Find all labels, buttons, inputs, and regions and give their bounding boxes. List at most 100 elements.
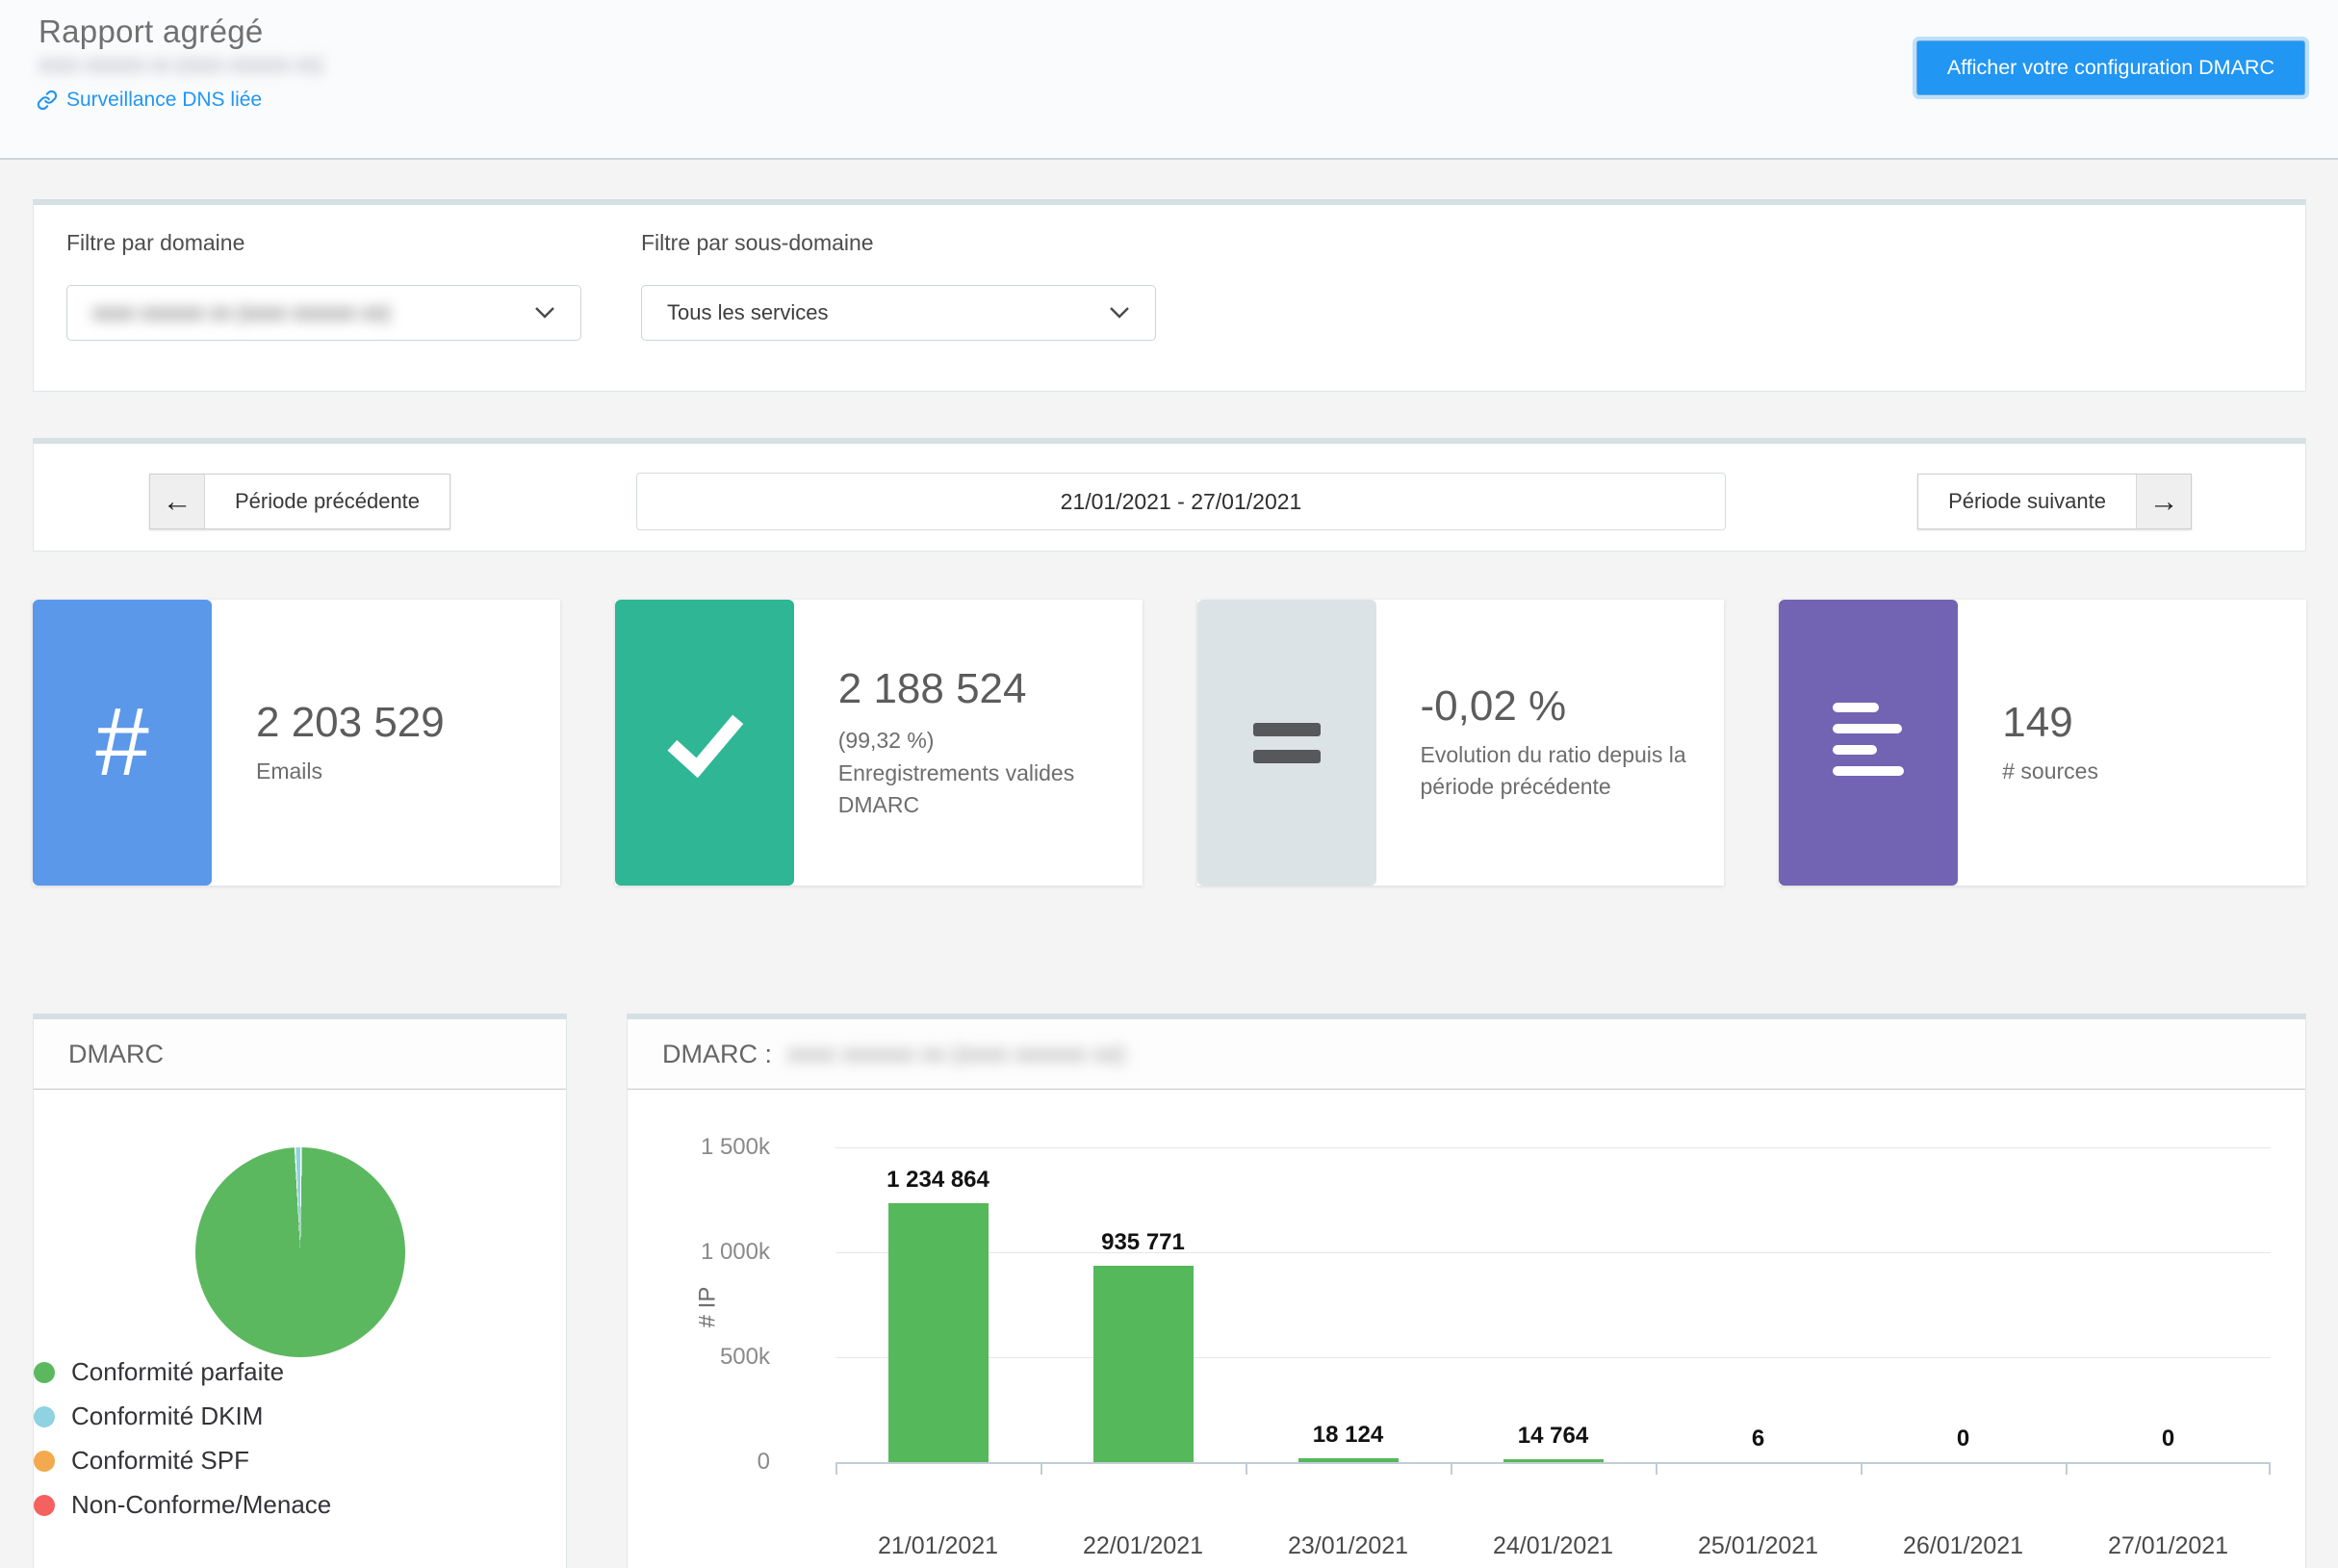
- domain-select[interactable]: xxxx xxxxxx xx (xxxx xxxxxx xx): [66, 285, 581, 341]
- bar-value-label: 935 771: [1041, 1229, 1246, 1256]
- bar[interactable]: [1093, 1266, 1194, 1462]
- x-tick: [835, 1462, 837, 1475]
- next-period-label: Période suivante: [1918, 475, 2136, 528]
- subdomain-filter-group: Filtre par sous-domaine Tous les service…: [641, 230, 1156, 366]
- legend-label: Non-Conforme/Menace: [71, 1490, 331, 1520]
- dns-link-label: Surveillance DNS liée: [66, 89, 262, 112]
- x-tick: [2269, 1462, 2271, 1475]
- stat-value: 2 203 529: [256, 699, 531, 747]
- stat-value: 149: [2002, 699, 2277, 747]
- next-period-button[interactable]: Période suivante →: [1917, 474, 2192, 529]
- x-axis-label: 22/01/2021: [1041, 1532, 1246, 1560]
- chevron-down-icon: [1109, 306, 1130, 320]
- stat-label: Enregistrements valides DMARC: [838, 758, 1114, 820]
- show-dmarc-config-button[interactable]: Afficher votre configuration DMARC: [1916, 40, 2305, 95]
- legend-label: Conformité DKIM: [71, 1401, 263, 1431]
- bar[interactable]: [888, 1203, 989, 1462]
- bar-column: 0: [2066, 1147, 2271, 1462]
- arrow-left-icon: ←: [150, 475, 205, 528]
- stat-label: Evolution du ratio depuis la période pré…: [1421, 739, 1696, 802]
- bar[interactable]: [1503, 1459, 1604, 1462]
- bar-panel-title: DMARC :: [662, 1040, 772, 1069]
- y-tick-label: 1 000k: [701, 1239, 770, 1266]
- x-axis-label: 24/01/2021: [1451, 1532, 1656, 1560]
- bar-column: 935 771: [1041, 1147, 1246, 1462]
- domain-filter-group: Filtre par domaine xxxx xxxxxx xx (xxxx …: [66, 230, 581, 366]
- dmarc-report-page: Rapport agrégé xxxx xxxxxx xx (xxxx xxxx…: [0, 0, 2338, 1568]
- pie-legend: Conformité parfaite Conformité DKIM Confor…: [34, 1357, 566, 1520]
- subdomain-select-value: Tous les services: [667, 300, 829, 325]
- main-content: Filtre par domaine xxxx xxxxxx xx (xxxx …: [33, 160, 2306, 1568]
- legend-label: Conformité parfaite: [71, 1357, 284, 1387]
- bar-chart: # IP 1 500k1 000k500k0 1 234 864935 7711…: [628, 1090, 2305, 1568]
- y-tick-label: 500k: [720, 1344, 770, 1371]
- check-icon: [615, 600, 794, 886]
- subdomain-filter-label: Filtre par sous-domaine: [641, 230, 1156, 256]
- pie-panel-title: DMARC: [34, 1019, 566, 1090]
- previous-period-button[interactable]: ← Période précédente: [149, 474, 450, 529]
- legend-item[interactable]: Conformité parfaite: [34, 1357, 566, 1387]
- legend-dot-icon: [34, 1362, 55, 1383]
- arrow-right-icon: →: [2136, 475, 2191, 528]
- bar-value-label: 18 124: [1246, 1422, 1451, 1449]
- legend-dot-icon: [34, 1451, 55, 1472]
- bar-value-label: 0: [1861, 1426, 2066, 1452]
- stat-percentage: (99,32 %): [838, 725, 1114, 757]
- bar-column: 14 764: [1451, 1147, 1656, 1462]
- x-axis-labels: 21/01/202122/01/202123/01/202124/01/2021…: [835, 1532, 2271, 1560]
- x-tick: [1246, 1462, 1247, 1475]
- stat-card-valid-dmarc: 2 188 524 (99,32 %) Enregistrements vali…: [615, 600, 1143, 886]
- stat-card-sources: 149 # sources: [1779, 600, 2306, 886]
- legend-label: Conformité SPF: [71, 1446, 249, 1476]
- plot-area: 1 234 864935 77118 12414 764600: [835, 1147, 2271, 1464]
- hash-icon: #: [33, 600, 212, 886]
- bar-value-label: 6: [1656, 1426, 1861, 1452]
- stat-card-ratio-evolution: -0,02 % Evolution du ratio depuis la pér…: [1197, 600, 1725, 886]
- stat-label: # sources: [2002, 756, 2277, 787]
- filters-panel: Filtre par domaine xxxx xxxxxx xx (xxxx …: [33, 199, 2306, 392]
- page-header: Rapport agrégé xxxx xxxxxx xx (xxxx xxxx…: [0, 0, 2338, 160]
- redacted-domain-subtitle: xxxx xxxxxx xx (xxxx xxxxxx xx): [39, 54, 322, 77]
- bar[interactable]: [1298, 1458, 1399, 1462]
- bar-value-label: 0: [2066, 1426, 2271, 1452]
- x-axis-label: 21/01/2021: [835, 1532, 1041, 1560]
- charts-row: DMARC Conformité parfaite Conformité DKIM…: [33, 1014, 2306, 1568]
- bar-value-label: 14 764: [1451, 1423, 1656, 1450]
- redacted-bar-panel-domain: xxxx xxxxxx xx (xxxx xxxxxx xx): [787, 1041, 1125, 1068]
- legend-item[interactable]: Conformité DKIM: [34, 1401, 566, 1431]
- subdomain-select[interactable]: Tous les services: [641, 285, 1156, 341]
- x-axis-label: 25/01/2021: [1656, 1532, 1861, 1560]
- legend-dot-icon: [34, 1406, 55, 1427]
- legend-item[interactable]: Conformité SPF: [34, 1446, 566, 1476]
- x-tick: [2066, 1462, 2068, 1475]
- pie-chart[interactable]: [195, 1147, 405, 1357]
- x-tick: [1041, 1462, 1042, 1475]
- bar-column: 18 124: [1246, 1147, 1451, 1462]
- domain-filter-label: Filtre par domaine: [66, 230, 581, 256]
- date-range-input[interactable]: 21/01/2021 - 27/01/2021: [636, 473, 1726, 530]
- y-axis-ticks: 1 500k1 000k500k0: [628, 1147, 835, 1462]
- dmarc-pie-panel: DMARC Conformité parfaite Conformité DKIM…: [33, 1014, 567, 1568]
- stat-value: -0,02 %: [1421, 682, 1696, 731]
- equals-icon: [1197, 600, 1376, 886]
- stats-row: # 2 203 529 Emails 2 188 524 (99,32 %) E…: [33, 600, 2306, 886]
- link-icon: [37, 90, 58, 111]
- y-tick-label: 0: [758, 1449, 770, 1476]
- bar-column: 1 234 864: [835, 1147, 1041, 1462]
- y-tick-label: 1 500k: [701, 1134, 770, 1161]
- dns-monitoring-link[interactable]: Surveillance DNS liée: [37, 89, 262, 112]
- x-axis-label: 26/01/2021: [1861, 1532, 2066, 1560]
- x-tick: [1656, 1462, 1657, 1475]
- x-tick: [1861, 1462, 1863, 1475]
- bar-column: 0: [1861, 1147, 2066, 1462]
- bar-column: 6: [1656, 1147, 1861, 1462]
- period-panel: ← Période précédente 21/01/2021 - 27/01/…: [33, 438, 2306, 552]
- stat-label: Emails: [256, 756, 531, 787]
- legend-item[interactable]: Non-Conforme/Menace: [34, 1490, 566, 1520]
- domain-select-value: xxxx xxxxxx xx (xxxx xxxxxx xx): [92, 300, 390, 325]
- x-axis-label: 23/01/2021: [1246, 1532, 1451, 1560]
- x-tick: [1451, 1462, 1452, 1475]
- list-icon: [1779, 600, 1958, 886]
- dmarc-bar-panel: DMARC : xxxx xxxxxx xx (xxxx xxxxxx xx) …: [627, 1014, 2306, 1568]
- x-axis-label: 27/01/2021: [2066, 1532, 2271, 1560]
